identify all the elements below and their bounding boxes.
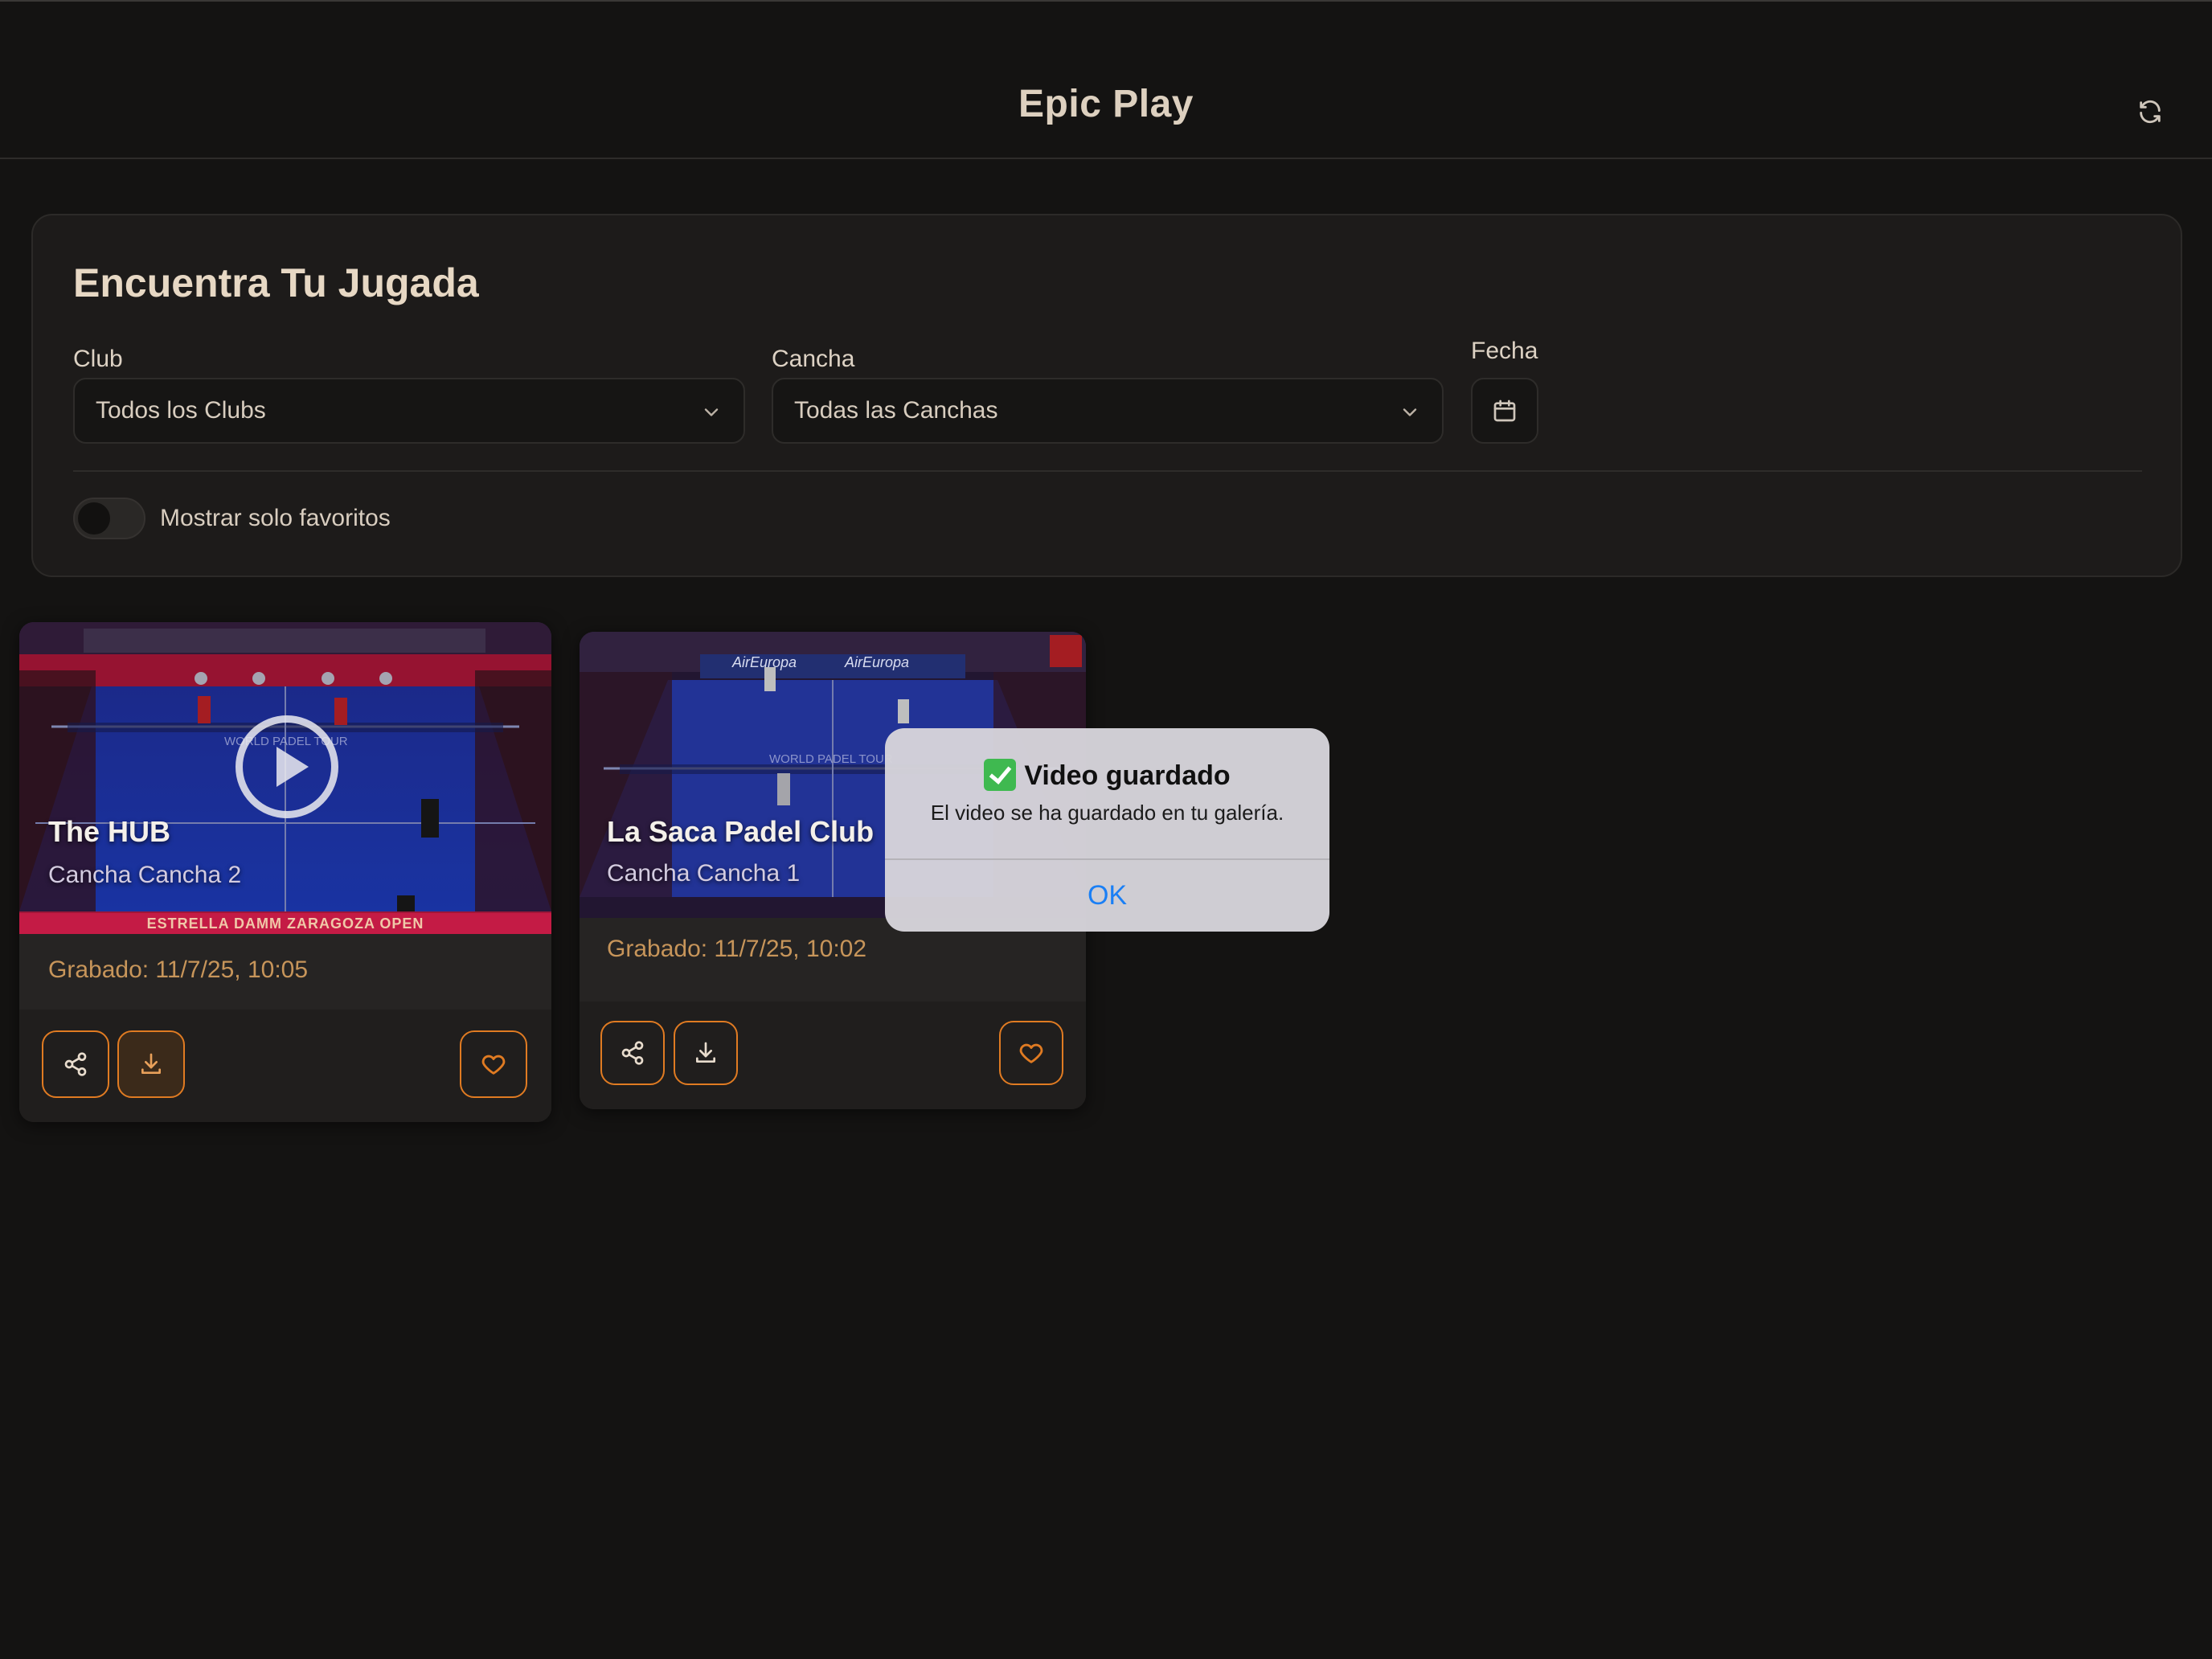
sponsor-logo: AirEuropa: [732, 654, 797, 670]
recorded-date: Grabado: 11/7/25, 10:05: [48, 956, 309, 983]
video-thumbnail[interactable]: WORLD PADEL TOUR ESTRELLA DAMM ZARAGOZA …: [19, 622, 551, 934]
favorite-button[interactable]: [460, 1030, 527, 1098]
court-name: Cancha Cancha 1: [607, 860, 801, 887]
refresh-icon: [2140, 100, 2161, 124]
watermark: WORLD PADEL TOUR: [769, 752, 893, 766]
sponsor-logo: AirEuropa: [845, 654, 910, 670]
card-actions: [580, 1002, 1086, 1109]
club-select-value: Todos los Clubs: [96, 397, 266, 424]
card-meta: Grabado: 11/7/25, 10:05: [19, 934, 551, 1010]
heart-icon: [1019, 1043, 1043, 1063]
chevron-down-icon: [1403, 408, 1417, 416]
chevron-down-icon: [704, 408, 719, 416]
alert-ok-button[interactable]: OK: [885, 860, 1329, 932]
recorded-date: Grabado: 11/7/25, 10:02: [607, 936, 867, 962]
alert-title: Video guardado: [885, 759, 1329, 792]
share-icon: [64, 1052, 87, 1076]
share-button[interactable]: [600, 1021, 665, 1085]
share-icon: [621, 1041, 644, 1065]
court-select[interactable]: Todas las Canchas: [772, 378, 1444, 444]
check-icon: [984, 759, 1017, 791]
filters-panel: Encuentra Tu Jugada Club Todos los Clubs…: [31, 214, 2182, 577]
download-icon: [696, 1042, 715, 1063]
sponsor-banner: ESTRELLA DAMM ZARAGOZA OPEN: [19, 913, 551, 934]
alert-message: El video se ha guardado en tu galería.: [930, 801, 1284, 825]
filters-title: Encuentra Tu Jugada: [73, 260, 479, 305]
favorites-toggle[interactable]: [73, 498, 145, 539]
share-button[interactable]: [42, 1030, 109, 1098]
court-name: Cancha Cancha 2: [48, 862, 242, 888]
play-triangle: [276, 747, 309, 787]
refresh-button[interactable]: [2130, 92, 2170, 132]
heart-icon: [481, 1055, 506, 1075]
app-header: Epic Play: [0, 2, 2212, 159]
club-name: The HUB: [48, 815, 170, 848]
date-label: Fecha: [1471, 338, 1538, 364]
filters-divider: [73, 470, 2142, 472]
club-select[interactable]: Todos los Clubs: [73, 378, 745, 444]
date-picker-button[interactable]: [1471, 378, 1538, 444]
download-icon: [141, 1053, 161, 1074]
favorites-toggle-label: Mostrar solo favoritos: [160, 505, 391, 531]
saved-alert-dialog: Video guardado El video se ha guardado e…: [885, 728, 1329, 932]
club-name: La Saca Padel Club: [607, 815, 875, 848]
play-icon[interactable]: [236, 715, 338, 818]
toggle-knob: [78, 502, 110, 535]
court-label: Cancha: [772, 346, 855, 372]
favorite-button[interactable]: [999, 1021, 1063, 1085]
video-card[interactable]: WORLD PADEL TOUR ESTRELLA DAMM ZARAGOZA …: [19, 622, 551, 1122]
card-actions: [19, 1010, 551, 1122]
download-button[interactable]: [674, 1021, 738, 1085]
download-button[interactable]: [117, 1030, 185, 1098]
court-select-value: Todas las Canchas: [794, 397, 998, 424]
alert-title-text: Video guardado: [1024, 760, 1231, 791]
app-title: Epic Play: [1018, 83, 1194, 125]
club-label: Club: [73, 346, 123, 372]
calendar-icon: [1493, 399, 1516, 422]
